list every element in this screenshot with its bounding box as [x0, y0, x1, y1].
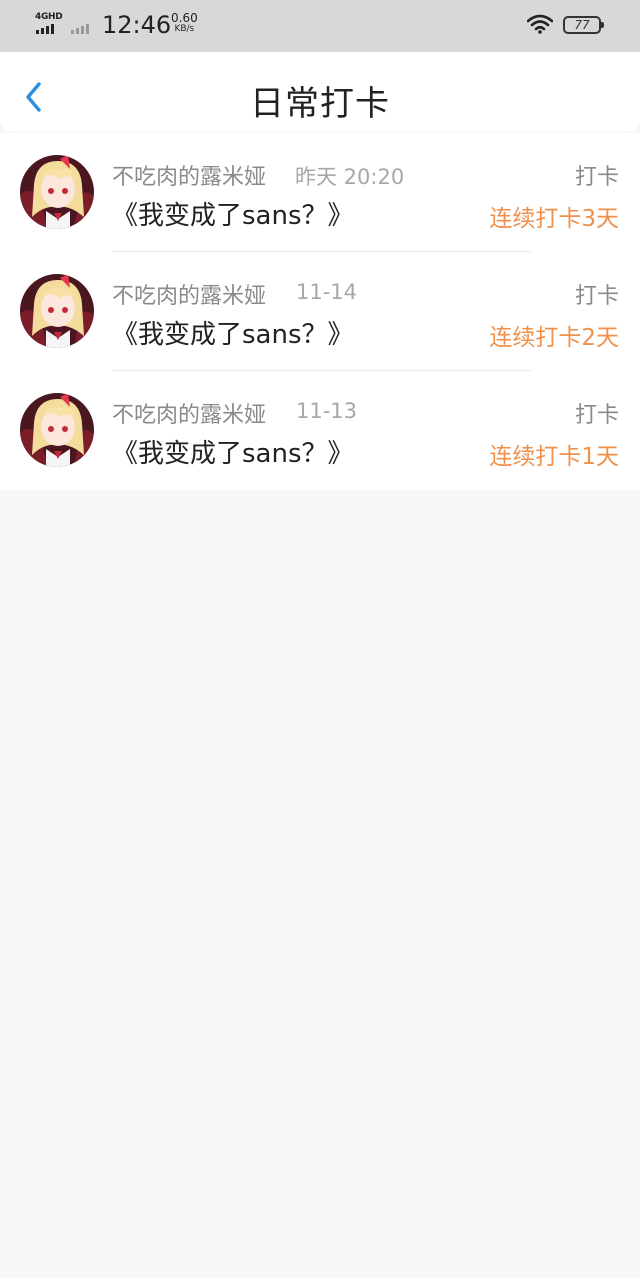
action-label: 打卡 [574, 284, 619, 309]
checkin-date: 11-14 [296, 280, 358, 304]
streak-label: 连续打卡1天 [489, 444, 619, 470]
streak-label: 连续打卡2天 [489, 325, 619, 351]
network-speed: 0.60 KB/s [171, 12, 198, 35]
username: 不吃肉的露米娅 [112, 284, 267, 309]
signal-icon [36, 22, 54, 34]
app-header: 日常打卡 [0, 52, 640, 132]
checkin-list: 不吃肉的露米娅 昨天 20:20 打卡 《我变成了sans？》 连续打卡3天 不… [0, 133, 640, 490]
wifi-icon [527, 14, 553, 34]
username: 不吃肉的露米娅 [112, 165, 267, 190]
book-title[interactable]: 《我变成了sans？》 [112, 195, 354, 232]
streak-label: 连续打卡3天 [489, 206, 619, 232]
checkin-date: 昨天 20:20 [295, 165, 405, 189]
action-label: 打卡 [574, 165, 619, 190]
action-label: 打卡 [574, 403, 619, 428]
list-item[interactable]: 不吃肉的露米娅 11-13 打卡 《我变成了sans？》 连续打卡1天 [0, 371, 640, 490]
avatar[interactable] [20, 393, 94, 467]
avatar[interactable] [20, 274, 94, 348]
page-title: 日常打卡 [250, 84, 390, 124]
battery-icon: 77 [563, 16, 604, 34]
book-title[interactable]: 《我变成了sans？》 [112, 433, 354, 470]
list-item[interactable]: 不吃肉的露米娅 昨天 20:20 打卡 《我变成了sans？》 连续打卡3天 [0, 133, 640, 252]
speed-unit: KB/s [174, 24, 195, 34]
clock: 12:46 [102, 11, 172, 39]
list-item[interactable]: 不吃肉的露米娅 11-14 打卡 《我变成了sans？》 连续打卡2天 [0, 252, 640, 371]
avatar[interactable] [20, 155, 94, 229]
username: 不吃肉的露米娅 [112, 403, 267, 428]
book-title[interactable]: 《我变成了sans？》 [112, 314, 354, 351]
status-bar: 4GHD 12:46 0.60 KB/s 77 [0, 0, 640, 52]
network-type: 4GHD [35, 12, 63, 22]
speed-value: 0.60 [171, 11, 198, 25]
checkin-date: 11-13 [296, 399, 358, 423]
signal-icon-secondary [71, 22, 89, 34]
